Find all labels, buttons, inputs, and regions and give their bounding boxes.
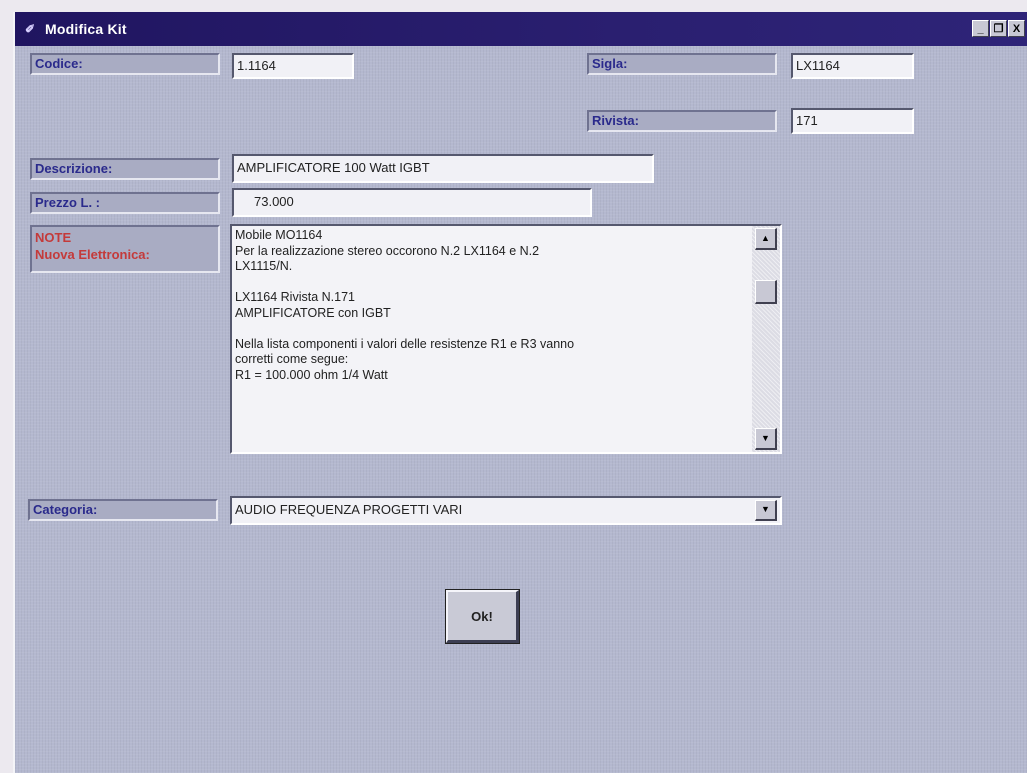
prezzo-label: Prezzo L. : (30, 192, 220, 214)
note-line: corretti come segue: (235, 352, 349, 366)
categoria-select[interactable]: AUDIO FREQUENZA PROGETTI VARI ▼ (230, 496, 782, 525)
note-textarea[interactable]: Mobile MO1164 Per la realizzazione stere… (230, 224, 782, 454)
note-line: Nella lista componenti i valori delle re… (235, 336, 575, 351)
scroll-up-icon[interactable]: ▲ (755, 228, 777, 250)
codice-label: Codice: (30, 53, 220, 75)
note-line (235, 275, 745, 291)
note-scrollbar[interactable]: ▲ ▼ (752, 226, 780, 452)
restore-button[interactable]: ❐ (990, 20, 1007, 37)
note-line: LX1115/N. (235, 259, 293, 273)
title-bar[interactable]: ✐ Modifica Kit _ ❐ X (15, 12, 1027, 46)
close-button[interactable]: X (1008, 20, 1025, 37)
note-label-title: NOTE (35, 230, 72, 245)
chevron-down-icon[interactable]: ▼ (755, 500, 777, 521)
descrizione-field[interactable]: AMPLIFICATORE 100 Watt IGBT (232, 154, 654, 183)
app-icon: ✐ (25, 22, 36, 36)
note-line: R1 = 100.000 ohm 1/4 Watt (235, 367, 388, 382)
window-controls: _ ❐ X (972, 20, 1025, 37)
prezzo-field[interactable]: 73.000 (232, 188, 592, 217)
note-line (235, 321, 745, 337)
categoria-label: Categoria: (28, 499, 218, 521)
codice-field[interactable]: 1.1164 (232, 53, 354, 79)
note-label: NOTE Nuova Elettronica: (30, 225, 220, 273)
note-line: AMPLIFICATORE con IGBT (235, 305, 391, 320)
scroll-down-icon[interactable]: ▼ (755, 428, 777, 450)
window-title: Modifica Kit (45, 21, 127, 37)
sigla-label: Sigla: (587, 53, 777, 75)
note-line: Per la realizzazione stereo occorono N.2… (235, 243, 540, 258)
rivista-label: Rivista: (587, 110, 777, 132)
note-line: Mobile MO1164 (235, 228, 323, 242)
note-text: Mobile MO1164 Per la realizzazione stere… (235, 228, 745, 383)
ok-button[interactable]: Ok! (445, 589, 520, 644)
scrollbar-thumb[interactable] (755, 280, 777, 304)
minimize-button[interactable]: _ (972, 20, 989, 37)
sigla-field[interactable]: LX1164 (791, 53, 914, 79)
rivista-field[interactable]: 171 (791, 108, 914, 134)
categoria-value: AUDIO FREQUENZA PROGETTI VARI (235, 502, 463, 517)
note-label-subtitle: Nuova Elettronica: (35, 247, 150, 262)
descrizione-label: Descrizione: (30, 158, 220, 180)
note-line: LX1164 Rivista N.171 (235, 290, 355, 304)
